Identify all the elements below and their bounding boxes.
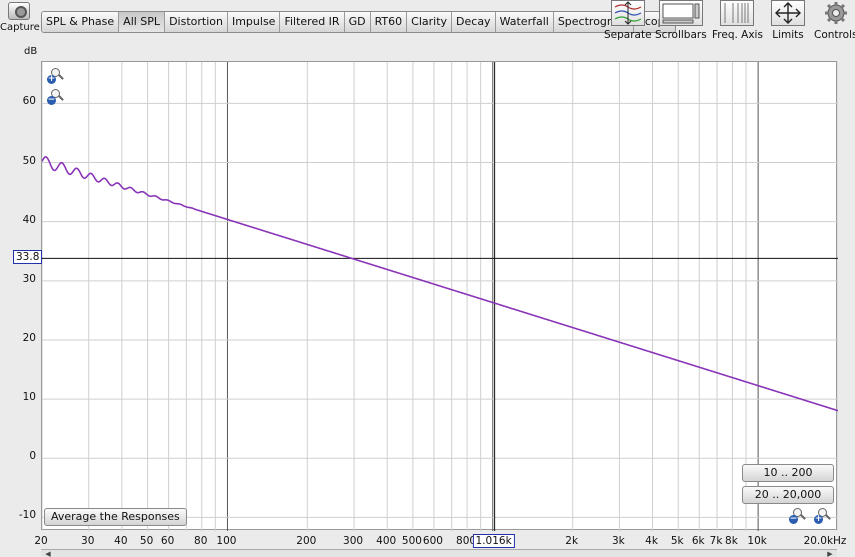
scrollbars-icon: [658, 0, 703, 26]
tab-spl-phase[interactable]: SPL & Phase: [42, 12, 120, 32]
zoom-out-x-icon[interactable]: −: [789, 508, 806, 524]
capture-button[interactable]: Capture: [0, 2, 40, 33]
capture-label: Capture: [0, 22, 40, 33]
x-tick-label: 8k: [725, 535, 738, 547]
tab-clarity[interactable]: Clarity: [407, 12, 453, 32]
tab-distortion[interactable]: Distortion: [165, 12, 228, 32]
spl-trace: [42, 156, 838, 412]
range-20-20000-button[interactable]: 20 .. 20,000: [742, 486, 834, 504]
y-tick-label: 0: [29, 450, 36, 463]
zoom-in-x-icon[interactable]: +: [814, 508, 831, 524]
spl-graph[interactable]: + − Average the Responses 10 .. 200 20 .…: [41, 61, 838, 531]
tab-gd[interactable]: GD: [344, 12, 371, 32]
separate-icon: [610, 0, 645, 26]
y-tick-label: 20: [22, 331, 36, 344]
scrollbars-button[interactable]: Scrollbars: [655, 0, 707, 41]
limits-label: Limits: [772, 29, 804, 41]
scrollbars-label: Scrollbars: [655, 29, 707, 41]
toolbar: Capture SPL & Phase All SPL Distortion I…: [0, 0, 855, 46]
x-tick-label: 40: [114, 535, 128, 547]
average-responses-button[interactable]: Average the Responses: [44, 508, 187, 526]
y-tick-label: 50: [22, 154, 36, 167]
tab-waterfall[interactable]: Waterfall: [495, 12, 554, 32]
camera-icon: [8, 2, 30, 20]
cursor-crosshair: [42, 62, 838, 531]
x-tick-label: 30: [81, 535, 95, 547]
freq-axis-label: Freq. Axis: [712, 29, 763, 41]
x-tick-label: 5k: [670, 535, 684, 547]
x-tick-label: 300: [343, 535, 364, 547]
x-tick-label: 80: [194, 535, 208, 547]
x-tick-label: 20: [34, 535, 48, 547]
x-tick-label: 100: [216, 535, 237, 547]
horizontal-scrollbar[interactable]: ◀ ▶: [41, 549, 837, 557]
y-tick-label: 60: [22, 95, 36, 108]
graph-tabs: SPL & Phase All SPL Distortion Impulse F…: [41, 11, 677, 33]
y-tick-label: 30: [22, 272, 36, 285]
y-tick-label: -10: [18, 509, 36, 522]
x-tick-label: 4k: [645, 535, 658, 547]
x-tick-label: 50: [139, 535, 154, 547]
x-tick-label: 400: [376, 535, 397, 547]
cursor-x-readout: 1.016k: [472, 534, 515, 548]
freq-axis-button[interactable]: Freq. Axis: [712, 0, 763, 41]
limits-icon: [771, 0, 805, 26]
zoom-out-y-icon[interactable]: −: [47, 89, 64, 105]
cursor-y-readout: 33.8: [13, 250, 43, 264]
freq-axis-icon: [720, 0, 755, 26]
x-tick-label: 500: [401, 535, 422, 547]
tab-filtered-ir[interactable]: Filtered IR: [280, 12, 345, 32]
range-10-200-button[interactable]: 10 .. 200: [742, 464, 834, 482]
separate-button[interactable]: Separate: [604, 0, 652, 41]
x-tick-label: 20.0kHz: [803, 535, 847, 547]
x-tick-label: 600: [422, 535, 443, 547]
x-tick-label: 2k: [565, 535, 579, 547]
x-tick-label: 200: [296, 535, 317, 547]
tab-rt60[interactable]: RT60: [370, 12, 408, 32]
tab-all-spl[interactable]: All SPL: [119, 12, 166, 32]
separate-label: Separate: [604, 29, 652, 41]
x-tick-label: 10k: [747, 535, 767, 547]
x-tick-label: 60: [160, 535, 175, 547]
x-tick-label: 7k: [709, 535, 723, 547]
y-axis-unit: dB: [24, 46, 38, 57]
y-tick-label: 10: [22, 391, 36, 404]
controls-label: Controls: [814, 29, 855, 41]
zoom-in-y-icon[interactable]: +: [47, 68, 64, 84]
scroll-right-icon[interactable]: ▶: [825, 550, 835, 557]
limits-button[interactable]: Limits: [771, 0, 805, 41]
gear-icon: [823, 0, 849, 26]
tab-decay[interactable]: Decay: [452, 12, 496, 32]
x-tick-label: 3k: [611, 535, 625, 547]
y-tick-label: 40: [22, 213, 36, 226]
controls-button[interactable]: Controls: [814, 0, 855, 41]
tab-impulse[interactable]: Impulse: [227, 12, 281, 32]
grid-lines: [42, 62, 838, 531]
x-tick-label: 6k: [691, 535, 705, 547]
spl-graph-canvas: [42, 62, 838, 531]
scroll-left-icon[interactable]: ◀: [43, 550, 53, 557]
